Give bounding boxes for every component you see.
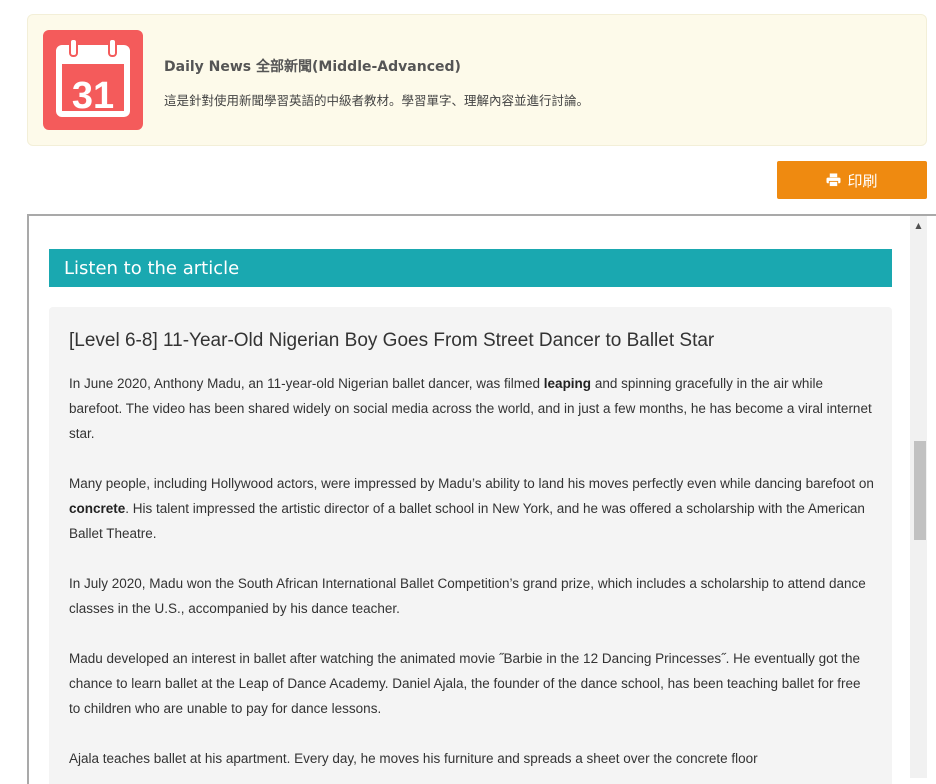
paragraph-2: Many people, including Hollywood actors,… — [69, 476, 874, 541]
paragraph-4: Madu developed an interest in ballet aft… — [69, 651, 861, 716]
paragraph-5: Ajala teaches ballet at his apartment. E… — [69, 751, 758, 766]
vertical-scrollbar[interactable]: ▲ — [910, 216, 927, 778]
calendar-day-text: 31 — [72, 75, 114, 117]
calendar-icon: 31 — [43, 30, 143, 130]
header-banner: 31 Daily News 全部新聞(Middle-Advanced) 這是針對… — [27, 14, 927, 146]
print-button-label: 印刷 — [847, 171, 878, 190]
listen-to-article-button[interactable]: Listen to the article — [49, 249, 892, 287]
paragraph-3: In July 2020, Madu won the South African… — [69, 576, 866, 616]
vocab-keyword-concrete[interactable]: concrete — [69, 501, 125, 516]
scroll-up-arrow-icon[interactable]: ▲ — [910, 218, 927, 232]
paragraph-1: In June 2020, Anthony Madu, an 11-year-o… — [69, 376, 872, 441]
article-frame[interactable]: Listen to the article [Level 6-8] 11-Yea… — [27, 214, 936, 784]
printer-icon — [826, 173, 841, 187]
listen-label: Listen to the article — [64, 257, 240, 279]
banner-title: Daily News 全部新聞(Middle-Advanced) — [164, 59, 461, 75]
vocab-keyword-leaping[interactable]: leaping — [544, 376, 591, 391]
banner-description: 這是針對使用新聞學習英語的中級者教材。學習單字、理解內容並進行討論。 — [164, 93, 590, 108]
article-title: [Level 6-8] 11-Year-Old Nigerian Boy Goe… — [69, 330, 715, 351]
print-button[interactable]: 印刷 — [777, 161, 927, 199]
article-card: [Level 6-8] 11-Year-Old Nigerian Boy Goe… — [49, 307, 892, 784]
article-body: In June 2020, Anthony Madu, an 11-year-o… — [69, 371, 875, 784]
scrollbar-thumb[interactable] — [914, 441, 926, 540]
